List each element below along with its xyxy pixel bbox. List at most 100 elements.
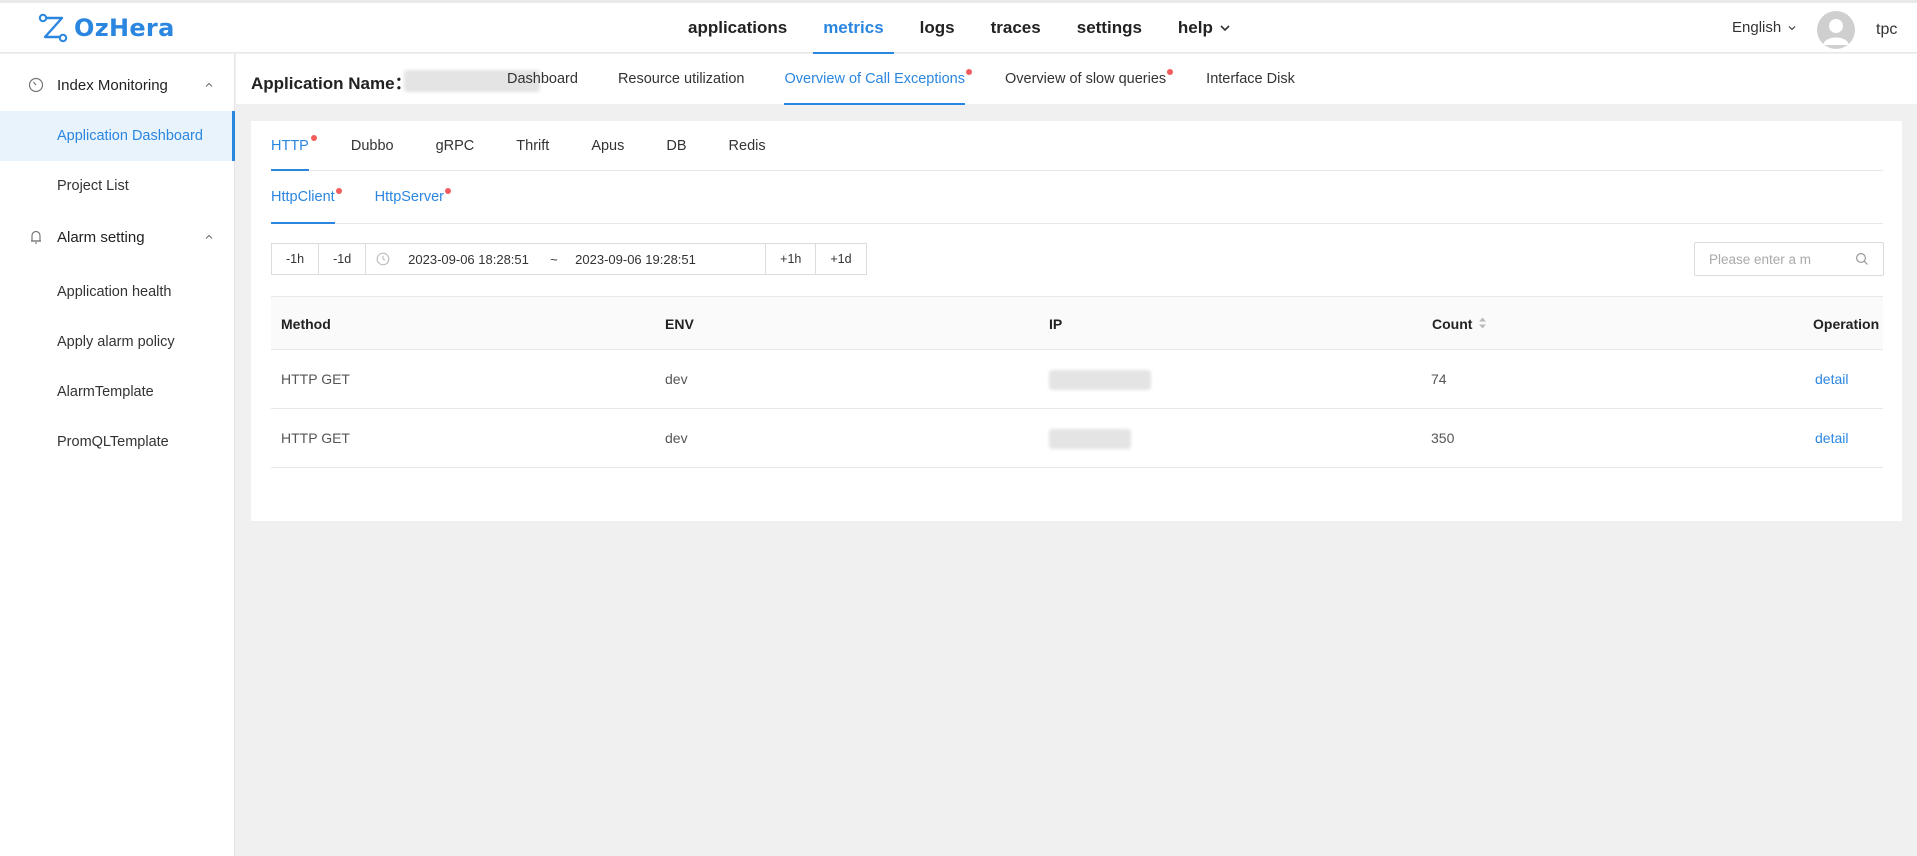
language-selector[interactable]: English (1732, 19, 1797, 36)
notification-dot (1167, 69, 1174, 75)
main-nav: applications metrics logs traces setting… (670, 3, 1249, 54)
plus-1d-button[interactable]: +1d (816, 244, 866, 274)
client-server-tabs: HttpClient HttpServer (271, 172, 1883, 224)
tab-grpc[interactable]: gRPC (436, 121, 475, 170)
tab-label: Dashboard (507, 71, 578, 87)
tab-label: DB (666, 138, 687, 154)
tab-interface-disk[interactable]: Interface Disk (1206, 54, 1295, 104)
clock-icon (376, 252, 390, 266)
method-search (1694, 242, 1884, 276)
column-method: Method (281, 316, 331, 332)
nav-label: help (1177, 18, 1213, 37)
tab-label: Dubbo (350, 138, 394, 154)
application-tabs: Dashboard Resource utilization Overview … (507, 54, 1335, 105)
column-operation: Operation (1813, 316, 1880, 332)
notification-dot (310, 135, 317, 141)
sort-icon[interactable] (1478, 315, 1487, 331)
avatar[interactable] (1817, 11, 1855, 49)
notification-dot (335, 188, 342, 194)
tab-dubbo[interactable]: Dubbo (351, 121, 394, 170)
bell-icon (31, 230, 41, 244)
sidebar-item-alarm-template[interactable]: AlarmTemplate (0, 367, 235, 417)
tab-thrift[interactable]: Thrift (516, 121, 549, 170)
search-input[interactable] (1709, 250, 1849, 268)
exceptions-table: Method ENV IP Count Operation HTTP GET d… (271, 296, 1883, 468)
detail-link[interactable]: detail (1815, 409, 1848, 467)
sidebar-group-alarm-setting[interactable]: Alarm setting (0, 212, 235, 262)
nav-label: metrics (823, 18, 884, 37)
search-icon[interactable] (1855, 252, 1869, 266)
tab-label: Overview of Call Exceptions (784, 71, 965, 87)
notification-dot (444, 188, 451, 194)
tab-label: HttpClient (271, 189, 335, 205)
detail-link[interactable]: detail (1815, 350, 1848, 408)
brand-name: OzHera (74, 14, 175, 42)
nav-metrics[interactable]: metrics (805, 3, 901, 54)
column-count-label: Count (1432, 316, 1473, 332)
tab-overview-slow-queries[interactable]: Overview of slow queries (1005, 54, 1174, 104)
tab-http[interactable]: HTTP (271, 121, 317, 171)
tab-httpclient[interactable]: HttpClient (271, 172, 342, 224)
tab-dashboard[interactable]: Dashboard (507, 54, 578, 104)
cell-ip-redacted (1049, 370, 1151, 390)
sidebar-item-apply-alarm-policy[interactable]: Apply alarm policy (0, 317, 235, 367)
nav-settings[interactable]: settings (1059, 3, 1160, 53)
application-name-label: Application Name： (251, 74, 412, 93)
tab-label: HttpServer (374, 189, 444, 205)
sidebar-item-application-health[interactable]: Application health (0, 267, 235, 317)
chevron-down-icon (1220, 25, 1230, 32)
tab-overview-call-exceptions[interactable]: Overview of Call Exceptions (784, 54, 972, 105)
time-range-toolbar: -1h -1d 2023-09-06 18:28:51 ~ 2023-09-06… (271, 243, 867, 275)
nav-traces[interactable]: traces (973, 3, 1059, 53)
nav-applications[interactable]: applications (670, 3, 805, 53)
tab-label: Interface Disk (1206, 71, 1295, 87)
nav-label: logs (919, 18, 955, 37)
gauge-icon (28, 77, 44, 93)
minus-1h-button[interactable]: -1h (272, 244, 320, 274)
column-env: ENV (665, 316, 694, 332)
sidebar-item-promql-template[interactable]: PromQLTemplate (0, 417, 235, 467)
column-ip: IP (1049, 316, 1063, 332)
top-navigation-bar: OzHera applications metrics logs traces … (0, 3, 1917, 54)
table-row: HTTP GET dev 350 detail (271, 409, 1883, 468)
range-separator: ~ (550, 251, 558, 267)
nav-label: applications (688, 18, 788, 37)
tab-httpserver[interactable]: HttpServer (374, 172, 451, 223)
column-count[interactable]: Count (1432, 297, 1487, 351)
tab-label: Overview of slow queries (1005, 71, 1167, 87)
cell-ip-redacted (1049, 429, 1131, 449)
plus-1h-button[interactable]: +1h (766, 244, 817, 274)
chevron-up-icon (205, 82, 213, 87)
date-range-picker[interactable]: 2023-09-06 18:28:51 ~ 2023-09-06 19:28:5… (366, 244, 767, 274)
exceptions-card: HTTP Dubbo gRPC Thrift Apus DB Redis Htt… (251, 121, 1902, 521)
tab-label: Thrift (516, 138, 550, 154)
sidebar-item-application-dashboard[interactable]: Application Dashboard (0, 111, 235, 161)
tab-redis[interactable]: Redis (729, 121, 766, 170)
notification-dot (966, 69, 972, 75)
ozhera-logo-icon (38, 13, 68, 43)
range-start[interactable]: 2023-09-06 18:28:51 (408, 252, 529, 267)
sidebar: Index Monitoring Application Dashboard P… (0, 54, 235, 856)
range-end[interactable]: 2023-09-06 19:28:51 (575, 252, 696, 267)
username[interactable]: tpc (1876, 21, 1897, 39)
nav-logs[interactable]: logs (902, 3, 973, 53)
cell-method: HTTP GET (281, 430, 350, 446)
tab-label: HTTP (271, 138, 309, 154)
cell-count: 350 (1431, 430, 1455, 446)
cell-count: 74 (1431, 371, 1447, 387)
language-label: English (1732, 19, 1782, 36)
ozhera-logo[interactable]: OzHera (38, 11, 175, 45)
chevron-up-icon (205, 234, 213, 239)
sidebar-item-project-list[interactable]: Project List (0, 161, 235, 211)
sidebar-group-label: Index Monitoring (57, 76, 168, 94)
application-header: Application Name： Dashboard Resource uti… (236, 54, 1917, 105)
tab-resource-utilization[interactable]: Resource utilization (618, 54, 745, 104)
tab-label: Apus (591, 138, 625, 154)
tab-apus[interactable]: Apus (591, 121, 624, 170)
protocol-tabs: HTTP Dubbo gRPC Thrift Apus DB Redis (271, 121, 1883, 171)
minus-1d-button[interactable]: -1d (319, 244, 367, 274)
table-header: Method ENV IP Count Operation (271, 296, 1883, 350)
sidebar-group-index-monitoring[interactable]: Index Monitoring (0, 60, 235, 110)
nav-help[interactable]: help (1160, 3, 1249, 53)
tab-db[interactable]: DB (666, 121, 686, 170)
